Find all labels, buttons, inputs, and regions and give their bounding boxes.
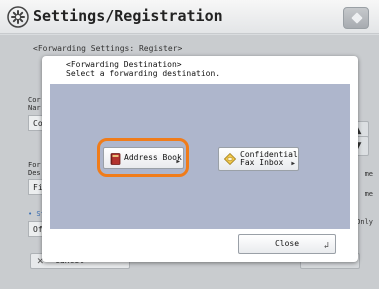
dialog-instruction: Select a forwarding destination. — [66, 69, 221, 78]
fax-inbox-icon — [224, 153, 236, 165]
address-book-highlight — [97, 138, 189, 177]
forwarding-destination-dialog: <Forwarding Destination> Select a forwar… — [42, 56, 358, 262]
dialog-panel — [50, 84, 350, 229]
fax-label-line2: Fax Inbox — [240, 158, 284, 167]
close-button[interactable]: Close ↲ — [238, 234, 336, 254]
corner-button[interactable] — [343, 7, 369, 29]
fax-inbox-label: Confidential Fax Inbox — [240, 151, 298, 167]
background-row: Des — [28, 169, 41, 177]
settings-gear-icon — [7, 6, 29, 28]
background-right-text: Only — [356, 218, 373, 226]
background-right-text: me — [364, 170, 373, 178]
header-bar: Settings/Registration — [0, 0, 379, 34]
page-title: Settings/Registration — [33, 7, 223, 25]
chevron-right-icon: ▶ — [291, 160, 295, 167]
return-arrow-icon: ↲ — [323, 241, 329, 251]
background-right-text: me — [364, 190, 373, 198]
close-label: Close — [274, 239, 300, 248]
background-row: Cor — [28, 96, 41, 104]
dialog-title: <Forwarding Destination> — [66, 60, 182, 69]
background-row: For — [28, 161, 41, 169]
dialog-heading: <Forwarding Destination> Select a forwar… — [66, 60, 220, 78]
background-subtitle: <Forwarding Settings: Register> — [33, 44, 183, 53]
background-row: Nar — [28, 104, 41, 112]
cube-icon — [351, 12, 363, 24]
confidential-fax-inbox-button[interactable]: Confidential Fax Inbox ▶ — [218, 147, 299, 171]
